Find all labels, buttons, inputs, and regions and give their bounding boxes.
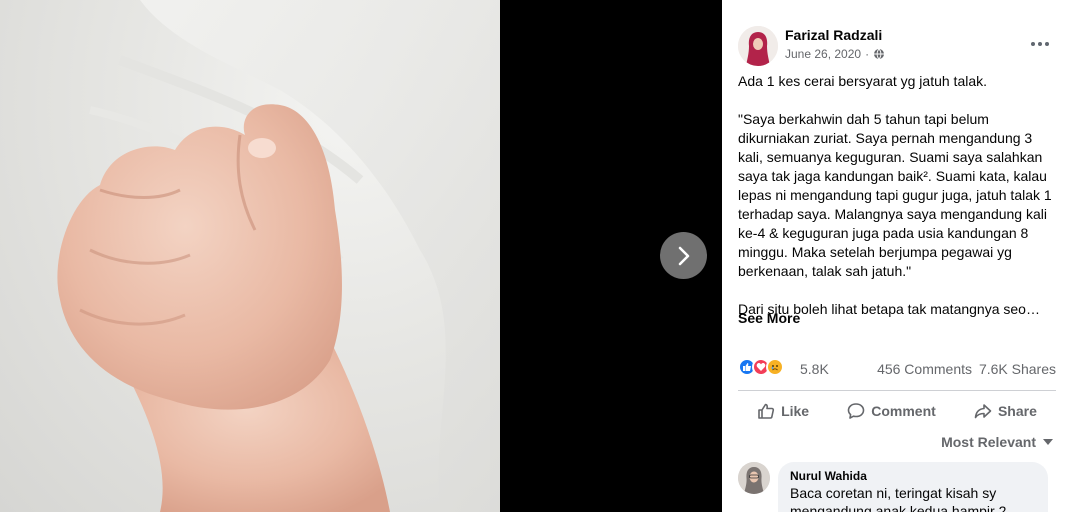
author-avatar[interactable] (738, 26, 778, 66)
dot-icon (1031, 42, 1035, 46)
caret-down-icon (1043, 439, 1053, 445)
thumbs-up-icon (758, 403, 775, 419)
commenter-avatar[interactable] (738, 462, 770, 494)
share-button[interactable]: Share (964, 394, 1047, 428)
post-actions: Like Comment Share (738, 390, 1056, 430)
reaction-icons[interactable] (738, 358, 784, 376)
dot-icon (1045, 42, 1049, 46)
like-button[interactable]: Like (747, 394, 819, 428)
post-side-panel: Farizal Radzali June 26, 2020 · Ada 1 ke… (722, 0, 1068, 512)
post-body: Ada 1 kes cerai bersyarat yg jatuh talak… (738, 72, 1056, 338)
commenter-avatar-image (738, 462, 770, 494)
share-label: Share (997, 402, 1037, 419)
comment-text: Baca coretan ni, teringat kisah sy menga… (790, 485, 1007, 512)
next-photo-button[interactable] (660, 232, 707, 279)
more-options-button[interactable] (1028, 36, 1052, 52)
comment-icon (847, 402, 865, 419)
photo-viewer (0, 0, 722, 512)
post-date[interactable]: June 26, 2020 (785, 47, 861, 61)
reaction-count[interactable]: 5.8K (800, 361, 829, 377)
avatar-image (738, 26, 778, 66)
post-meta: June 26, 2020 · (785, 47, 885, 61)
comment-button[interactable]: Comment (837, 394, 946, 428)
comment-bubble: Nurul Wahida Baca coretan ni, teringat k… (778, 462, 1048, 512)
commenter-name[interactable]: Nurul Wahida (790, 469, 1036, 484)
like-label: Like (781, 402, 810, 419)
baby-fist-image (57, 0, 500, 512)
author-name[interactable]: Farizal Radzali (785, 27, 882, 43)
see-more-link[interactable]: See More (738, 310, 800, 326)
dot-icon (1038, 42, 1042, 46)
post-photo (0, 0, 500, 512)
meta-separator: · (865, 47, 870, 61)
comment-filter-label: Most Relevant (941, 434, 1036, 450)
comment-label: Comment (871, 402, 936, 419)
post-paragraph: "Saya berkahwin dah 5 tahun tapi belum d… (738, 111, 1052, 279)
post-paragraph: Ada 1 kes cerai bersyarat yg jatuh talak… (738, 73, 988, 89)
post-stats: 5.8K 456 Comments 7.6K Shares (738, 358, 1056, 380)
comment-count[interactable]: 456 Comments (877, 361, 972, 377)
comment-filter-dropdown[interactable]: Most Relevant (941, 434, 1054, 450)
share-count[interactable]: 7.6K Shares (979, 361, 1056, 377)
chevron-right-icon (678, 246, 689, 265)
globe-icon (874, 48, 885, 60)
share-icon (974, 403, 992, 418)
sad-reaction-icon (766, 358, 784, 376)
